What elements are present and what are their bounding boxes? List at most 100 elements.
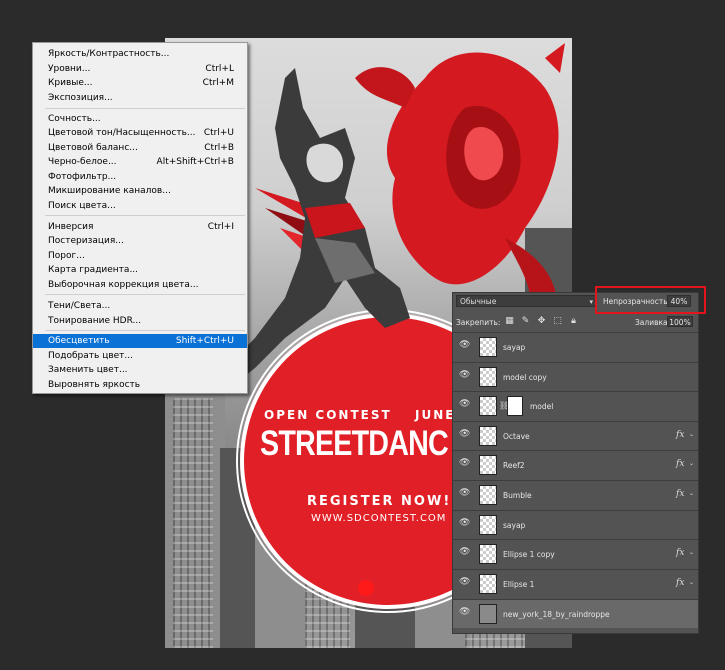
eye-icon[interactable]: 👁︎ bbox=[459, 548, 470, 557]
menu-item-channel-mixer[interactable]: Микширование каналов... bbox=[33, 184, 247, 198]
eye-icon[interactable]: 👁︎ bbox=[459, 341, 470, 350]
fx-icon[interactable]: fx bbox=[676, 430, 684, 440]
eye-icon[interactable]: 👁︎ bbox=[459, 430, 470, 439]
menu-item-label: Цветовой тон/Насыщенность... bbox=[48, 128, 196, 138]
menu-item-replace-color[interactable]: Заменить цвет... bbox=[33, 363, 247, 377]
layer-thumbnail bbox=[479, 604, 497, 624]
opacity-highlight-box bbox=[595, 286, 706, 314]
layer-name: model copy bbox=[503, 373, 547, 382]
menu-item-shortcut: Ctrl+I bbox=[207, 222, 234, 232]
menu-item-brightness-contrast[interactable]: Яркость/Контрастность... bbox=[33, 47, 247, 61]
menu-item-hue-saturation[interactable]: Цветовой тон/Насыщенность... Ctrl+U bbox=[33, 126, 247, 140]
layer-row[interactable]: 👁︎ Reef2 fx ⌄ bbox=[453, 450, 698, 479]
menu-item-label: Подобрать цвет... bbox=[48, 351, 133, 361]
adjustments-menu: Яркость/Контрастность... Уровни... Ctrl+L… bbox=[32, 42, 248, 394]
menu-item-hdr-toning[interactable]: Тонирование HDR... bbox=[33, 314, 247, 328]
fx-icon[interactable]: fx bbox=[676, 578, 684, 588]
layer-row[interactable]: 👁︎ Ellipse 1 fx ⌄ bbox=[453, 569, 698, 598]
menu-item-equalize[interactable]: Выровнять яркость bbox=[33, 378, 247, 392]
menu-item-label: Яркость/Контрастность... bbox=[48, 49, 170, 59]
layer-thumbnail bbox=[479, 455, 497, 475]
lock-position-icon[interactable]: ✥ bbox=[537, 317, 546, 326]
menu-item-gradient-map[interactable]: Карта градиента... bbox=[33, 263, 247, 277]
chevron-down-icon[interactable]: ⌄ bbox=[689, 579, 694, 586]
layer-thumbnail bbox=[479, 485, 497, 505]
menu-item-shortcut: Shift+Ctrl+U bbox=[175, 336, 234, 346]
layer-name: Reef2 bbox=[503, 461, 525, 470]
poster-june: JUNE bbox=[415, 408, 456, 422]
menu-item-label: Уровни... bbox=[48, 64, 91, 74]
chevron-down-icon[interactable]: ⌄ bbox=[689, 431, 694, 438]
blend-mode-select[interactable]: Обычные ▾ bbox=[456, 295, 597, 307]
menu-item-black-white[interactable]: Черно-белое... Alt+Shift+Ctrl+B bbox=[33, 155, 247, 169]
layer-row[interactable]: 👁︎ model copy bbox=[453, 362, 698, 391]
fx-icon[interactable]: fx bbox=[676, 548, 684, 558]
menu-item-posterize[interactable]: Постеризация... bbox=[33, 234, 247, 248]
menu-item-label: Сочность... bbox=[48, 114, 101, 124]
menu-item-levels[interactable]: Уровни... Ctrl+L bbox=[33, 62, 247, 76]
menu-item-label: Кривые... bbox=[48, 78, 93, 88]
lock-transparent-pixels-icon[interactable]: ▦ bbox=[505, 317, 514, 326]
menu-item-curves[interactable]: Кривые... Ctrl+M bbox=[33, 76, 247, 90]
eye-icon[interactable]: 👁︎ bbox=[459, 400, 470, 409]
layer-name: new_york_18_by_raindroppe bbox=[503, 610, 610, 619]
menu-item-label: Микширование каналов... bbox=[48, 186, 171, 196]
eye-icon[interactable]: 👁︎ bbox=[459, 608, 470, 617]
layer-row[interactable]: 👁︎ sayap bbox=[453, 510, 698, 539]
fill-input[interactable]: 100% bbox=[667, 316, 693, 327]
menu-item-exposure[interactable]: Экспозиция... bbox=[33, 91, 247, 105]
blend-mode-value: Обычные bbox=[460, 297, 497, 306]
menu-item-label: Выборочная коррекция цвета... bbox=[48, 280, 199, 290]
menu-item-color-balance[interactable]: Цветовой баланс... Ctrl+B bbox=[33, 141, 247, 155]
eye-icon[interactable]: 👁︎ bbox=[459, 459, 470, 468]
chevron-down-icon[interactable]: ⌄ bbox=[689, 490, 694, 497]
layer-row[interactable]: 👁︎ ⛓︎ model bbox=[453, 391, 698, 420]
layer-row[interactable]: 👁︎ Ellipse 1 copy fx ⌄ bbox=[453, 539, 698, 568]
menu-item-threshold[interactable]: Порог... bbox=[33, 249, 247, 263]
menu-item-label: Обесцветить bbox=[48, 336, 110, 346]
menu-item-match-color[interactable]: Подобрать цвет... bbox=[33, 349, 247, 363]
layer-row[interactable]: 👁︎ sayap bbox=[453, 332, 698, 361]
layer-row[interactable]: 👁︎ Bumble fx ⌄ bbox=[453, 480, 698, 509]
eye-icon[interactable]: 👁︎ bbox=[459, 489, 470, 498]
lock-image-pixels-icon[interactable]: ✎ bbox=[521, 317, 530, 326]
red-dot bbox=[358, 580, 374, 596]
menu-item-vibrance[interactable]: Сочность... bbox=[33, 112, 247, 126]
menu-item-shortcut: Ctrl+B bbox=[204, 143, 234, 153]
menu-item-invert[interactable]: Инверсия Ctrl+I bbox=[33, 220, 247, 234]
layer-mask-thumbnail[interactable] bbox=[507, 396, 523, 416]
menu-item-desaturate[interactable]: Обесцветить Shift+Ctrl+U bbox=[33, 334, 247, 348]
eye-icon[interactable]: 👁︎ bbox=[459, 519, 470, 528]
layer-thumbnail bbox=[479, 337, 497, 357]
menu-item-label: Карта градиента... bbox=[48, 265, 139, 275]
layer-name: Ellipse 1 bbox=[503, 580, 535, 589]
menu-item-photo-filter[interactable]: Фотофильтр... bbox=[33, 170, 247, 184]
layer-row-selected[interactable]: 👁︎ new_york_18_by_raindroppe bbox=[453, 599, 698, 628]
lock-artboard-icon[interactable]: ⬚ bbox=[553, 317, 562, 326]
poster-open-contest: OPEN CONTEST bbox=[264, 408, 392, 422]
menu-item-label: Инверсия bbox=[48, 222, 94, 232]
chevron-down-icon[interactable]: ⌄ bbox=[689, 549, 694, 556]
menu-item-label: Черно-белое... bbox=[48, 157, 117, 167]
layer-name: Bumble bbox=[503, 491, 532, 500]
eye-icon[interactable]: 👁︎ bbox=[459, 578, 470, 587]
layer-row[interactable]: 👁︎ Octave fx ⌄ bbox=[453, 421, 698, 450]
menu-item-selective-color[interactable]: Выборочная коррекция цвета... bbox=[33, 278, 247, 292]
layer-name: sayap bbox=[503, 343, 526, 352]
menu-separator bbox=[45, 215, 245, 216]
layer-name: model bbox=[530, 402, 554, 411]
menu-item-shadows-highlights[interactable]: Тени/Света... bbox=[33, 299, 247, 313]
fill-label: Заливка: bbox=[635, 318, 671, 327]
menu-item-label: Экспозиция... bbox=[48, 93, 113, 103]
eye-icon[interactable]: 👁︎ bbox=[459, 371, 470, 380]
menu-item-shortcut: Ctrl+L bbox=[205, 64, 234, 74]
menu-item-color-lookup[interactable]: Поиск цвета... bbox=[33, 199, 247, 213]
layer-thumbnail bbox=[479, 396, 497, 416]
lock-all-icon[interactable]: 🔒︎ bbox=[569, 317, 578, 326]
menu-item-label: Тени/Света... bbox=[48, 301, 111, 311]
fx-icon[interactable]: fx bbox=[676, 459, 684, 469]
fx-icon[interactable]: fx bbox=[676, 489, 684, 499]
menu-item-shortcut: Ctrl+M bbox=[202, 78, 234, 88]
building bbox=[173, 398, 213, 648]
chevron-down-icon[interactable]: ⌄ bbox=[689, 460, 694, 467]
